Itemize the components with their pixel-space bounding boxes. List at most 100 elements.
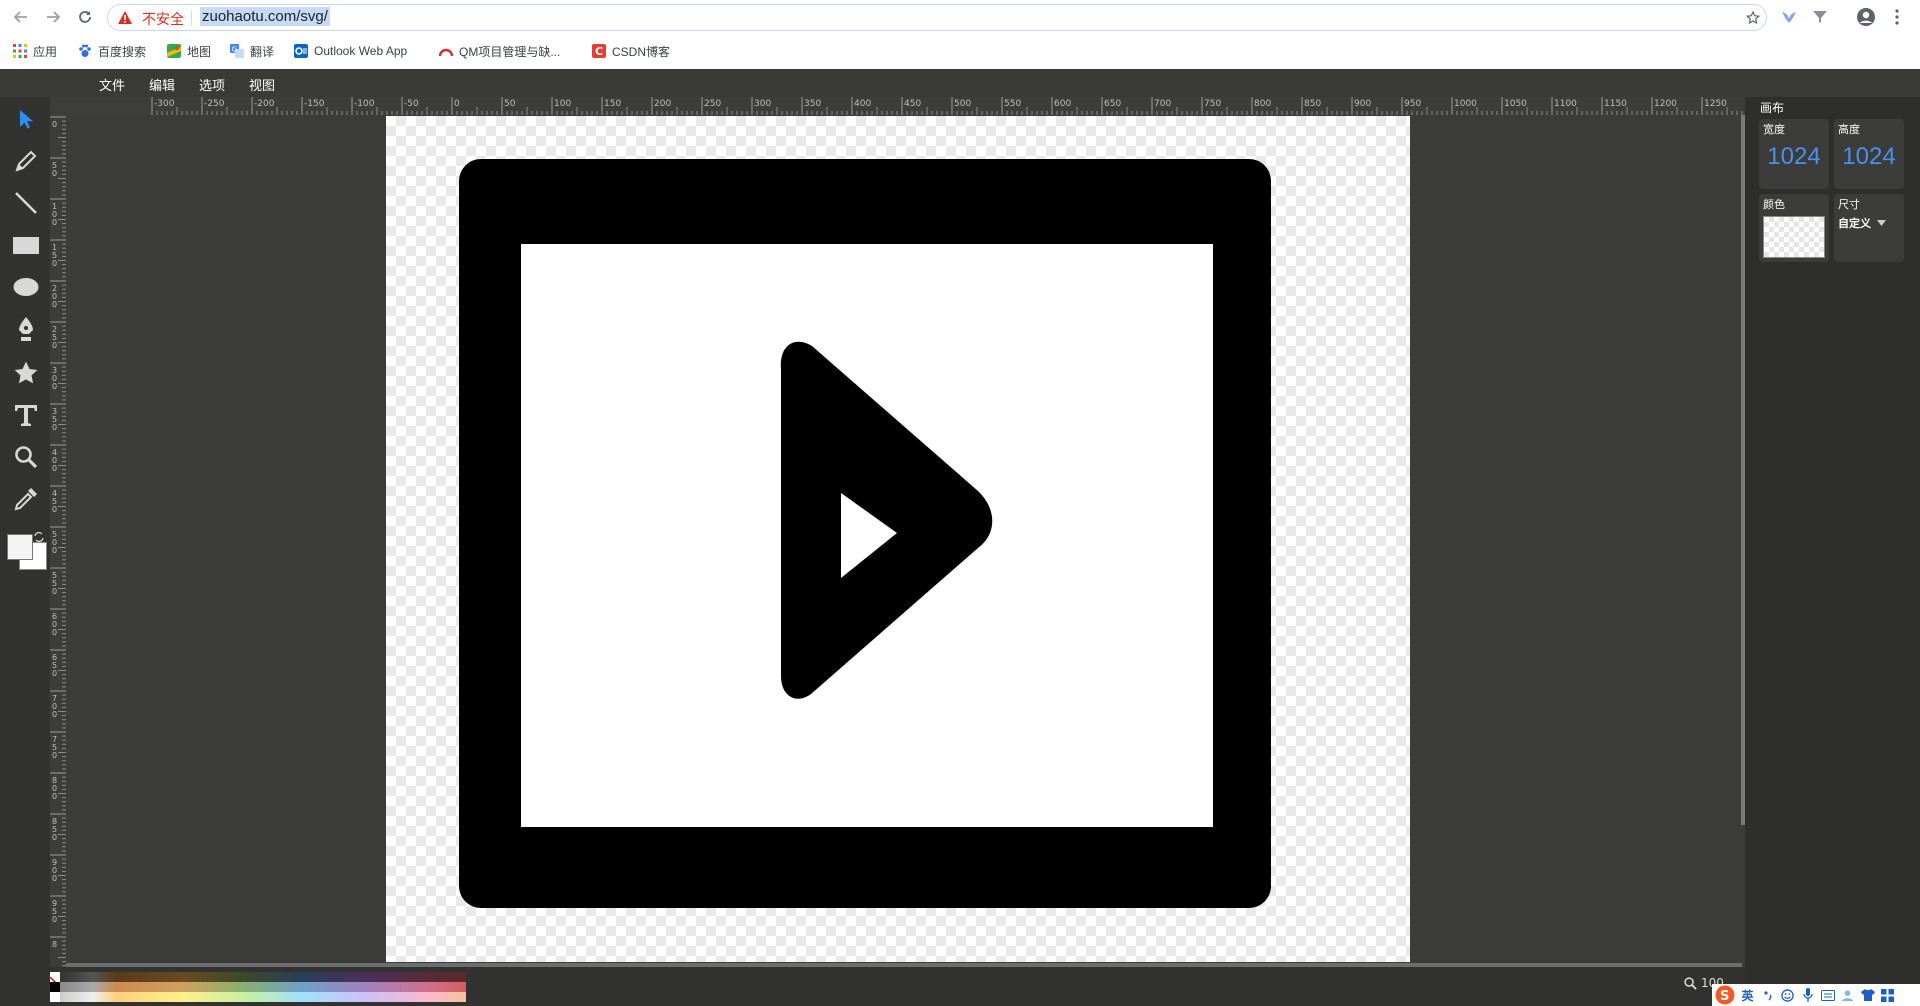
pen-tool-button[interactable] (10, 313, 42, 345)
ruler-label: 0 (52, 751, 57, 760)
not-secure-label[interactable]: 不安全 (142, 9, 184, 29)
ruler-label: 1000 (1454, 99, 1477, 109)
ruler-label: 0 (52, 341, 57, 350)
width-value[interactable]: 1024 (1759, 143, 1829, 171)
toolbox-icon[interactable] (1879, 987, 1896, 1003)
bookmark-csdn[interactable]: C CSDN博客 (592, 42, 670, 60)
height-value[interactable]: 1024 (1834, 143, 1904, 171)
canvas-color-swatch[interactable] (1763, 216, 1825, 258)
palette-row-dark[interactable] (60, 972, 466, 982)
pencil-tool-button[interactable] (10, 145, 42, 177)
skin-icon[interactable] (1859, 987, 1876, 1003)
line-tool-button[interactable] (10, 187, 42, 219)
bookmark-apps[interactable]: 应用 (13, 42, 57, 60)
height-label: 高度 (1838, 123, 1860, 136)
ruler-label: 1050 (1504, 99, 1527, 109)
menu-edit[interactable]: 编辑 (149, 75, 175, 94)
size-select[interactable]: 自定义 (1838, 214, 1900, 232)
eyedropper-tool-button[interactable] (10, 483, 42, 515)
bookmark-qm[interactable]: QM项目管理与缺... (439, 42, 560, 60)
apps-grid-icon (13, 44, 27, 58)
back-button[interactable] (10, 6, 32, 28)
star-tool-button[interactable] (10, 357, 42, 389)
ruler-label: 0 (454, 99, 460, 109)
ruler-label: 500 (954, 99, 971, 109)
ruler-label: 900 (1354, 99, 1371, 109)
white-swatch[interactable] (50, 992, 60, 1002)
bookmark-map[interactable]: 地图 (167, 42, 211, 60)
ruler-label: 800 (1254, 99, 1271, 109)
black-swatch[interactable] (50, 982, 60, 992)
extension-bird-icon[interactable] (1780, 8, 1798, 26)
person-icon (1841, 989, 1854, 1001)
ruler-label: -250 (204, 99, 225, 109)
ruler-label: 0 (52, 915, 57, 924)
bookmark-label: QM项目管理与缺... (459, 44, 561, 59)
reload-button[interactable] (74, 6, 96, 28)
ruler-label: -50 (404, 99, 419, 109)
bookmark-label: Outlook Web App (314, 44, 408, 58)
no-color-swatch[interactable] (49, 972, 61, 988)
bookmark-label: 百度搜索 (98, 44, 147, 59)
text-tool-button[interactable] (10, 399, 42, 431)
ruler-label: -200 (254, 99, 275, 109)
size-card[interactable]: 尺寸 自定义 (1834, 194, 1904, 262)
menu-view[interactable]: 视图 (249, 75, 275, 94)
svg-text:G: G (232, 46, 237, 54)
ellipse-tool-button[interactable] (10, 271, 42, 303)
punctuation-icon[interactable] (1759, 987, 1776, 1003)
back-arrow-icon (13, 11, 27, 23)
bookmark-outlook[interactable]: Outlook Web App (294, 42, 407, 60)
outlook-icon (294, 44, 308, 58)
magnifier-icon (15, 446, 38, 469)
ruler-label: 0 (52, 464, 57, 473)
swap-colors-icon[interactable] (34, 532, 44, 542)
emoji-icon[interactable] (1779, 987, 1796, 1003)
menu-options[interactable]: 选项 (199, 75, 225, 94)
select-tool-button[interactable] (10, 103, 42, 135)
bookmark-star-icon[interactable] (1745, 10, 1761, 26)
url-text[interactable]: zuohaotu.com/svg/ (200, 7, 330, 26)
ruler-label: 8 (52, 940, 57, 949)
palette-row-mid[interactable] (60, 982, 466, 992)
ime-language-toggle[interactable]: 英 (1739, 987, 1756, 1003)
fill-color-swatch[interactable] (7, 534, 33, 560)
height-card[interactable]: 高度 1024 (1834, 119, 1904, 189)
bookmark-label: 翻译 (250, 44, 275, 59)
address-bar[interactable]: 不安全 zuohaotu.com/svg/ (107, 4, 1767, 31)
pencil-icon (15, 150, 37, 172)
qm-icon (439, 48, 453, 57)
ruler-label: 950 (1404, 99, 1421, 109)
extension-funnel-icon[interactable] (1812, 9, 1828, 25)
browser-menu-icon[interactable] (1894, 9, 1900, 25)
csdn-icon: C (592, 44, 606, 58)
bookmark-baidu[interactable]: 百度搜索 (78, 42, 146, 60)
forward-button[interactable] (42, 6, 64, 28)
width-card[interactable]: 宽度 1024 (1759, 119, 1829, 189)
size-select-value: 自定义 (1838, 217, 1871, 230)
map-icon (167, 44, 181, 58)
palette-row-light[interactable] (60, 992, 466, 1002)
color-card[interactable]: 颜色 (1759, 194, 1829, 262)
user-icon[interactable] (1839, 987, 1856, 1003)
drawing-canvas[interactable] (386, 116, 1410, 962)
translate-icon: G (230, 44, 244, 58)
color-palette[interactable] (49, 972, 466, 1002)
menu-file[interactable]: 文件 (99, 75, 125, 94)
omnibox-divider (191, 10, 192, 26)
ruler-label: 1150 (1604, 99, 1627, 109)
voice-input-icon[interactable] (1799, 987, 1816, 1003)
zoom-tool-button[interactable] (10, 441, 42, 473)
sogou-ime-icon[interactable]: S (1714, 985, 1736, 1005)
canvas-artwork[interactable] (386, 116, 1410, 962)
browser-chrome: 不安全 zuohaotu.com/svg/ 应用 百度搜索 地图 G 翻译 Ou… (0, 0, 1920, 69)
ruler-label: 400 (854, 99, 871, 109)
ruler-label: 100 (554, 99, 571, 109)
rectangle-tool-button[interactable] (10, 229, 42, 261)
bookmark-translate[interactable]: G 翻译 (230, 42, 274, 60)
profile-avatar-icon[interactable] (1856, 7, 1876, 27)
bookmark-label: CSDN博客 (612, 44, 671, 59)
ruler-label: 150 (604, 99, 621, 109)
keyboard-icon[interactable] (1819, 987, 1836, 1003)
panel-title: 画布 (1760, 101, 1785, 115)
